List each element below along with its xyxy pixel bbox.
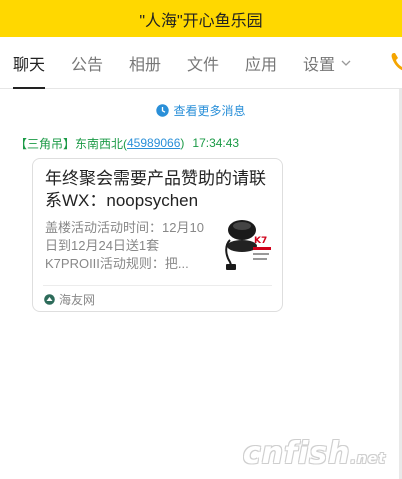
window-title-bar: "人海"开心鱼乐园 <box>0 0 402 37</box>
shared-link-card[interactable]: 年终聚会需要产品赞助的请联系WX：noopsychen 盖楼活动活动时间：12月… <box>32 158 283 312</box>
chevron-down-icon <box>341 60 351 66</box>
tab-files-label: 文件 <box>187 56 220 74</box>
tab-chat-label: 聊天 <box>13 56 46 74</box>
window-title: "人海"开心鱼乐园 <box>139 12 263 30</box>
source-logo-icon <box>44 293 55 305</box>
tab-chat[interactable]: 聊天 <box>13 37 46 89</box>
tab-announcements-label: 公告 <box>71 56 104 74</box>
card-title: 年终聚会需要产品赞助的请联系WX：noopsychen <box>45 169 266 210</box>
sender-name: 【三角吊】东南西北( <box>15 136 127 151</box>
view-more-messages-label: 查看更多消息 <box>173 103 246 118</box>
watermark-text: cnfish <box>242 436 351 471</box>
card-divider <box>43 285 272 286</box>
tab-apps-label: 应用 <box>245 56 278 74</box>
message-header: 【三角吊】东南西北(45989066) 17:34:43 <box>15 135 239 151</box>
tab-settings-label: 设置 <box>303 56 336 74</box>
card-description: 盖楼活动活动时间：12月10日到12月24日送1套K7PROIII活动规则：把.… <box>45 220 204 271</box>
svg-text:K7: K7 <box>254 236 267 246</box>
clock-icon <box>156 103 170 117</box>
watermark-suffix: .net <box>350 451 386 467</box>
sender-uid-link[interactable]: 45989066 <box>127 136 180 150</box>
tab-files[interactable]: 文件 <box>187 37 219 89</box>
tab-album-label: 相册 <box>129 56 162 74</box>
product-thumbnail: K7 <box>220 216 276 272</box>
tab-album[interactable]: 相册 <box>129 37 161 89</box>
tab-apps[interactable]: 应用 <box>245 37 277 89</box>
site-watermark: cnfish.net <box>243 436 386 471</box>
tab-bar: 聊天 公告 相册 文件 应用 设置 <box>0 37 402 89</box>
tab-settings[interactable]: 设置 <box>303 37 351 89</box>
view-more-messages-link[interactable]: 查看更多消息 <box>0 101 402 119</box>
card-source-label: 海友网 <box>59 292 96 307</box>
card-source: 海友网 <box>44 291 95 307</box>
message-timestamp: 17:34:43 <box>192 136 240 150</box>
tab-announcements[interactable]: 公告 <box>71 37 103 89</box>
phone-icon[interactable] <box>390 51 402 73</box>
sender-suffix: ) <box>180 136 185 150</box>
